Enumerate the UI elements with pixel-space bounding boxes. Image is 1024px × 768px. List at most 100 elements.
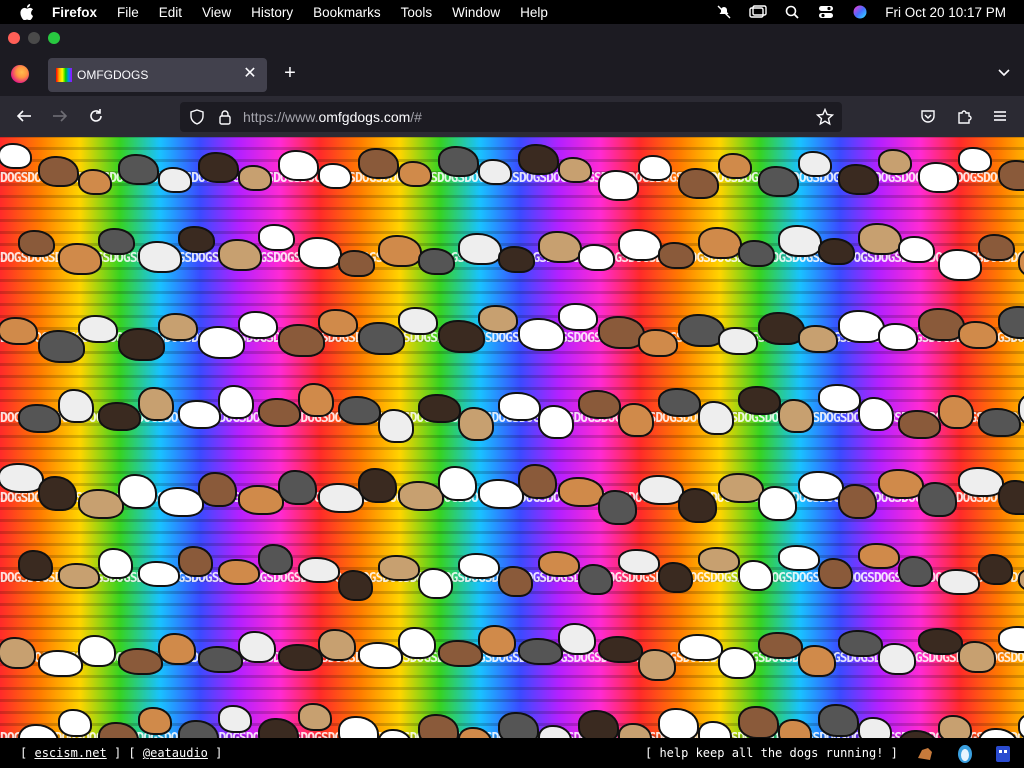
- reload-icon[interactable]: [86, 106, 106, 126]
- running-dog: [300, 705, 330, 729]
- tracking-protection-shield-icon[interactable]: [189, 109, 205, 125]
- running-dog: [880, 645, 914, 673]
- running-dog: [600, 172, 637, 199]
- running-dog: [760, 168, 797, 195]
- running-dog: [60, 565, 98, 587]
- screen-mirroring-icon[interactable]: [749, 5, 767, 19]
- footer-links: [ escism.net ] [ @eataudio ]: [20, 746, 222, 760]
- running-dog: [660, 244, 693, 267]
- running-dog: [440, 322, 483, 351]
- menu-tools[interactable]: Tools: [401, 5, 433, 20]
- close-window-button[interactable]: [8, 32, 20, 44]
- running-dog: [80, 491, 122, 517]
- mascot-icon[interactable]: [992, 742, 1014, 764]
- running-dog: [920, 310, 963, 339]
- menu-bar-clock[interactable]: Fri Oct 20 10:17 PM: [885, 5, 1006, 20]
- siri-icon[interactable]: [851, 5, 869, 19]
- running-dog: [160, 635, 194, 663]
- running-dog: [920, 630, 961, 653]
- tab-close-icon[interactable]: ✕: [241, 64, 259, 84]
- menu-window[interactable]: Window: [452, 5, 500, 20]
- penguin-icon[interactable]: [954, 742, 976, 764]
- back-icon[interactable]: [14, 106, 34, 126]
- running-dog: [520, 640, 561, 663]
- running-dog: [880, 471, 922, 497]
- running-dog: [820, 240, 853, 263]
- new-tab-button[interactable]: +: [280, 62, 300, 84]
- bookmark-star-icon[interactable]: [815, 107, 835, 126]
- control-center-icon[interactable]: [817, 5, 835, 19]
- list-all-tabs-chevron-icon[interactable]: [996, 64, 1012, 80]
- running-dog: [760, 634, 801, 657]
- running-dog: [140, 389, 172, 419]
- running-dog: [680, 490, 715, 521]
- apple-menu-icon[interactable]: [20, 4, 34, 20]
- url-suffix: /#: [410, 109, 422, 125]
- minimize-window-button[interactable]: [28, 32, 40, 44]
- running-dog: [820, 706, 857, 735]
- running-dog: [880, 151, 910, 173]
- running-dog: [760, 314, 803, 343]
- address-bar[interactable]: https://www.omfgdogs.com/#: [180, 102, 842, 132]
- extensions-icon[interactable]: [954, 106, 974, 126]
- running-dog: [340, 718, 377, 738]
- running-dog: [200, 648, 241, 671]
- menu-help[interactable]: Help: [520, 5, 548, 20]
- footer-bracket-close: ]: [215, 746, 223, 760]
- running-dog: [1020, 249, 1024, 277]
- menu-edit[interactable]: Edit: [159, 5, 182, 20]
- mute-icon[interactable]: [715, 5, 733, 19]
- menu-file[interactable]: File: [117, 5, 139, 20]
- running-dog: [280, 152, 317, 179]
- application-menu-icon[interactable]: [990, 106, 1010, 126]
- donate-text[interactable]: [ help keep all the dogs running! ]: [645, 746, 898, 760]
- running-dog: [300, 385, 332, 415]
- dogs-animation-area: DOGSDOGSDOGSDOGSDOGSDOGSDOGSDOGSDOGSDOGS…: [0, 137, 1024, 738]
- running-dog: [600, 318, 643, 347]
- running-dog: [840, 632, 881, 655]
- dogs-row: [0, 385, 1024, 455]
- running-dog: [360, 324, 403, 353]
- running-dog: [980, 236, 1013, 259]
- tab-omfgdogs[interactable]: OMFGDOGS ✕: [48, 58, 267, 92]
- running-dog: [100, 404, 139, 429]
- footer-bracket-sep: ] [: [113, 746, 136, 760]
- running-dog: [640, 157, 670, 179]
- menu-bookmarks[interactable]: Bookmarks: [313, 5, 381, 20]
- running-dog: [780, 401, 812, 431]
- running-dog: [980, 410, 1019, 435]
- running-dog: [680, 170, 717, 197]
- forward-icon[interactable]: [50, 106, 70, 126]
- pocket-icon[interactable]: [918, 106, 938, 126]
- tab-favicon: [56, 68, 72, 82]
- menu-app-firefox[interactable]: Firefox: [52, 5, 97, 20]
- running-dog: [280, 646, 321, 669]
- running-dog: [780, 547, 818, 569]
- running-dog: [740, 708, 777, 737]
- menu-history[interactable]: History: [251, 5, 293, 20]
- eataudio-link[interactable]: @eataudio: [143, 746, 208, 760]
- dogs-row: [0, 625, 1024, 695]
- zoom-window-button[interactable]: [48, 32, 60, 44]
- escism-link[interactable]: escism.net: [34, 746, 106, 760]
- running-dog: [180, 402, 219, 427]
- firefox-view-icon[interactable]: [11, 65, 29, 83]
- dogs-row: [0, 225, 1024, 295]
- running-dog: [880, 325, 916, 349]
- site-security-lock-icon[interactable]: [218, 109, 232, 125]
- url-prefix: https://www.: [243, 109, 319, 125]
- running-dog: [0, 319, 36, 343]
- window-title-bar: [0, 24, 1024, 52]
- footer-bracket-open: [: [20, 746, 28, 760]
- running-dog: [400, 163, 430, 185]
- url-text[interactable]: https://www.omfgdogs.com/#: [243, 109, 422, 125]
- running-dog: [440, 642, 481, 665]
- running-dog: [960, 469, 1002, 495]
- running-dog: [200, 328, 243, 357]
- running-dog: [920, 164, 957, 191]
- running-dog: [400, 309, 436, 333]
- menu-view[interactable]: View: [202, 5, 231, 20]
- running-dog: [140, 709, 170, 733]
- spotlight-search-icon[interactable]: [783, 5, 801, 19]
- running-dog: [1000, 308, 1024, 337]
